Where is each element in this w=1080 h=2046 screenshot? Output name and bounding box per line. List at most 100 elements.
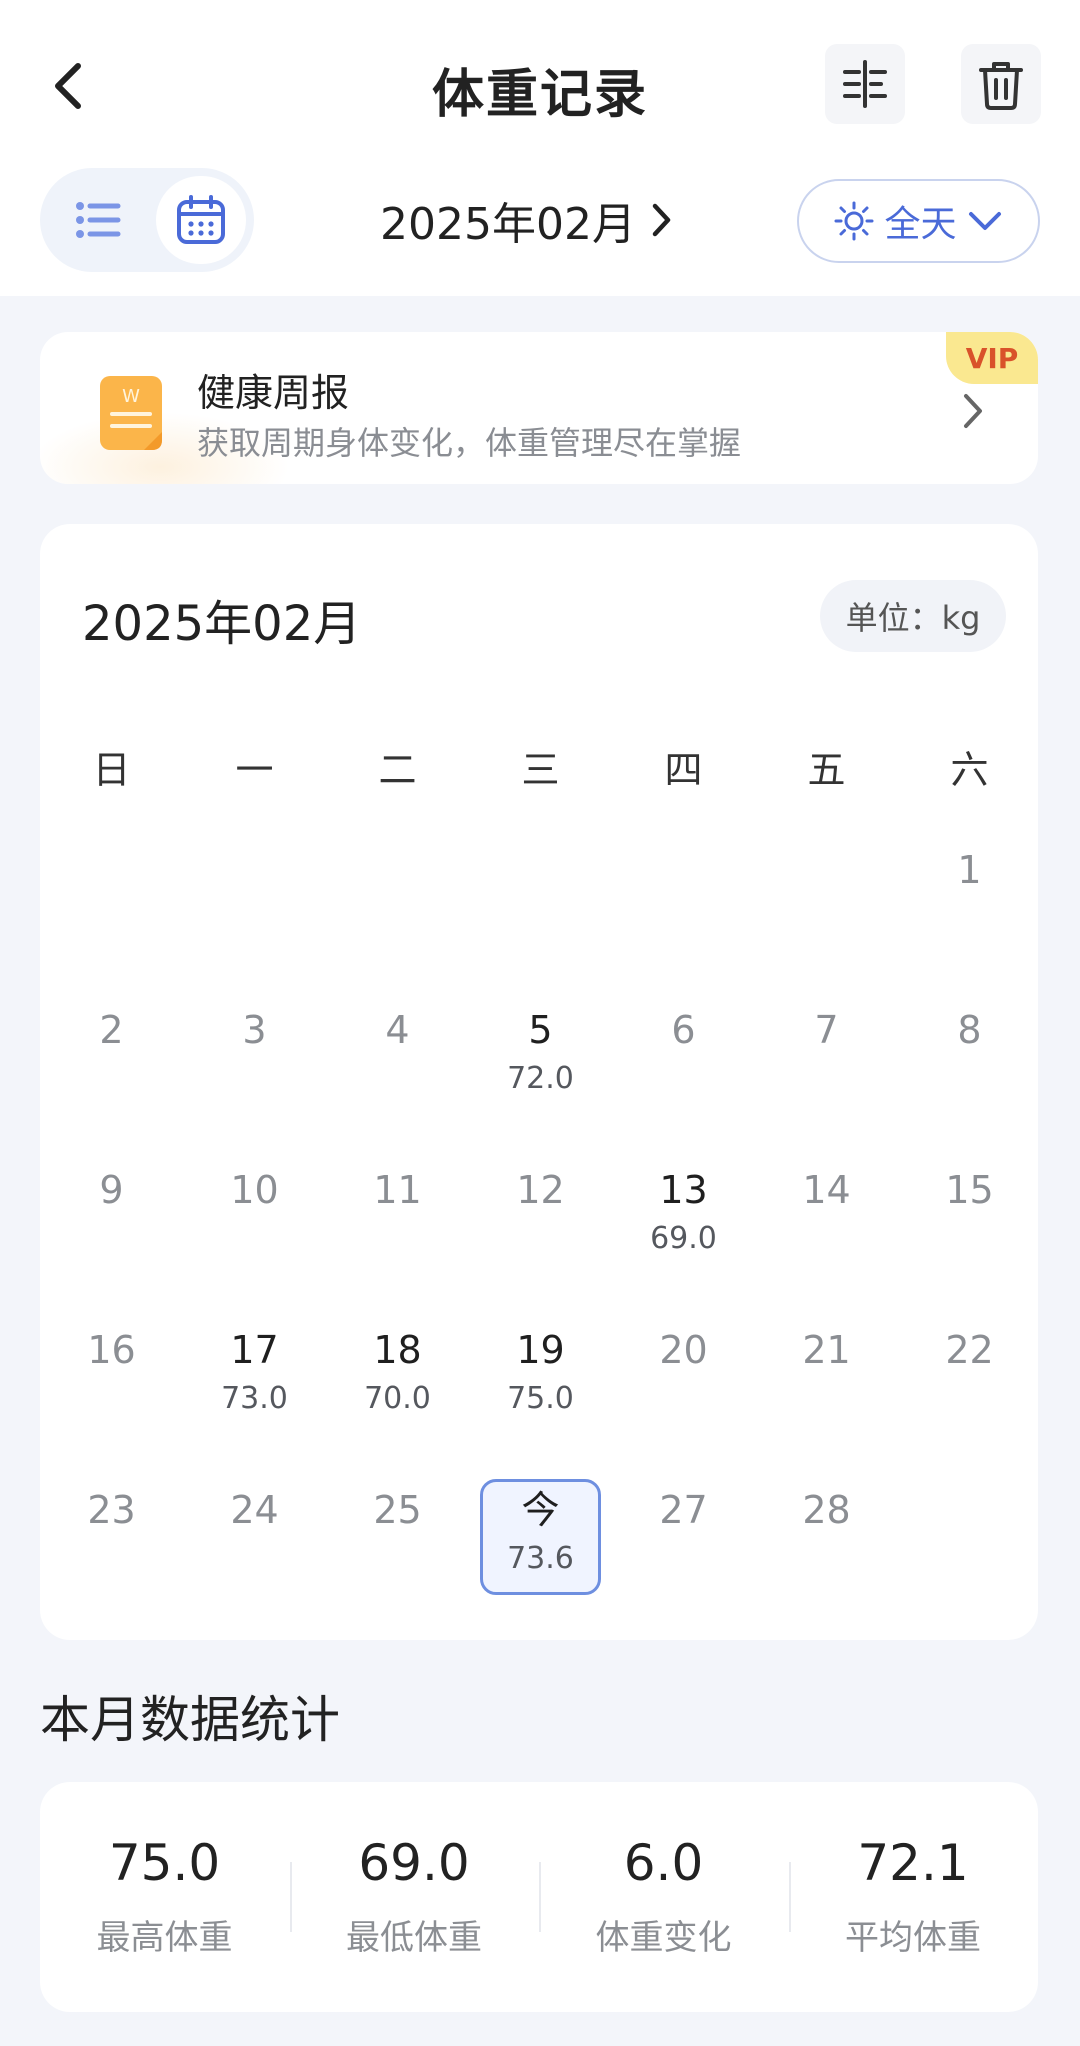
- report-subtitle: 获取周期身体变化，体重管理尽在掌握: [197, 424, 742, 462]
- day-number: 15: [945, 1168, 994, 1212]
- day-number: 11: [373, 1168, 422, 1212]
- month-label: 2025年02月: [380, 199, 636, 250]
- calendar-day[interactable]: 13 69.0: [612, 1167, 755, 1291]
- day-number: 8: [957, 1008, 982, 1052]
- calendar-day[interactable]: 4: [326, 1007, 469, 1131]
- day-number: 5: [528, 1008, 553, 1052]
- day-number: 4: [385, 1008, 410, 1052]
- calendar-day[interactable]: 19 75.0: [469, 1327, 612, 1451]
- time-filter-label: 全天: [884, 204, 957, 245]
- svg-text:W: W: [122, 386, 140, 407]
- day-number: 今: [521, 1488, 560, 1532]
- month-selector[interactable]: 2025年02月: [380, 190, 676, 250]
- day-weight-value: 75.0: [507, 1381, 574, 1416]
- time-filter-dropdown[interactable]: 全天: [797, 179, 1040, 263]
- day-number: 13: [659, 1168, 708, 1212]
- weekday-label: 二: [378, 748, 417, 792]
- calendar-day[interactable]: 22: [898, 1327, 1041, 1451]
- calendar-day[interactable]: 16: [40, 1327, 183, 1451]
- weekday-label: 四: [664, 748, 703, 792]
- calendar-day[interactable]: 18 70.0: [326, 1327, 469, 1451]
- sun-icon: [834, 201, 874, 241]
- day-number: 18: [373, 1328, 422, 1372]
- day-number: 21: [802, 1328, 851, 1372]
- calendar-day[interactable]: 25: [326, 1487, 469, 1611]
- list-icon: [76, 202, 121, 238]
- stat-label: 体重变化: [595, 1918, 732, 1958]
- vip-badge: VIP: [946, 332, 1038, 384]
- day-number: 12: [516, 1168, 565, 1212]
- delete-button[interactable]: [961, 44, 1041, 124]
- calendar-day[interactable]: 1: [898, 847, 1041, 971]
- weekday-label: 六: [950, 748, 989, 792]
- day-number: 24: [230, 1488, 279, 1532]
- compare-button[interactable]: [825, 44, 905, 124]
- day-number: 10: [230, 1168, 279, 1212]
- list-view-button[interactable]: [68, 190, 128, 250]
- day-number: 23: [87, 1488, 136, 1532]
- trash-icon: [979, 62, 1023, 110]
- unit-badge: 单位：kg: [820, 580, 1006, 652]
- compare-icon: [843, 60, 887, 108]
- day-weight-value: 69.0: [650, 1221, 717, 1256]
- weekday-header: 日一二三四五六: [40, 739, 1038, 799]
- day-number: 6: [671, 1008, 696, 1052]
- calendar-day[interactable]: 14: [755, 1167, 898, 1291]
- day-number: 20: [659, 1328, 708, 1372]
- day-number: 16: [87, 1328, 136, 1372]
- day-number: 28: [802, 1488, 851, 1532]
- day-number: 9: [99, 1168, 124, 1212]
- calendar-day[interactable]: 12: [469, 1167, 612, 1291]
- stat-label: 最低体重: [346, 1918, 482, 1958]
- day-number: 27: [659, 1488, 708, 1532]
- chevron-right-icon: [652, 203, 671, 237]
- stats-card: 75.0 最高体重 69.0 最低体重 6.0 体重变化 72.1 平均体重: [40, 1782, 1038, 2012]
- calendar-day[interactable]: 27: [612, 1487, 755, 1611]
- weekday-label: 一: [235, 748, 274, 792]
- day-weight-value: 73.6: [507, 1541, 574, 1576]
- calendar-day[interactable]: 10: [183, 1167, 326, 1291]
- stat-label: 最高体重: [96, 1918, 233, 1958]
- day-number: 17: [230, 1328, 279, 1372]
- calendar-day[interactable]: 3: [183, 1007, 326, 1131]
- calendar-view-button[interactable]: [156, 176, 246, 264]
- calendar-day[interactable]: 2: [40, 1007, 183, 1131]
- report-document-icon: W: [100, 376, 162, 450]
- calendar-day[interactable]: 8: [898, 1007, 1041, 1131]
- stat-item: 69.0 最低体重: [290, 1782, 539, 2012]
- calendar-day[interactable]: 9: [40, 1167, 183, 1291]
- calendar-day[interactable]: 21: [755, 1327, 898, 1451]
- health-report-card[interactable]: W 健康周报 获取周期身体变化，体重管理尽在掌握 VIP: [40, 332, 1038, 484]
- top-bar: 体重记录 2025年02月 全天: [0, 0, 1080, 296]
- weekday-label: 日: [92, 748, 131, 792]
- calendar-card: 2025年02月 单位：kg 日一二三四五六 1 2 3 4 5 72.0 6 7 8 9 10 11…: [40, 524, 1038, 1640]
- day-number: 14: [802, 1168, 851, 1212]
- stat-item: 72.1 平均体重: [789, 1782, 1038, 2012]
- calendar-day[interactable]: 17 73.0: [183, 1327, 326, 1451]
- calendar-day[interactable]: 11: [326, 1167, 469, 1291]
- calendar-day[interactable]: 15: [898, 1167, 1041, 1291]
- stat-item: 75.0 最高体重: [40, 1782, 289, 2012]
- calendar-title: 2025年02月: [82, 596, 362, 652]
- calendar-day[interactable]: 20: [612, 1327, 755, 1451]
- calendar-icon: [177, 195, 225, 244]
- day-number: 2: [99, 1008, 124, 1052]
- calendar-day[interactable]: 23: [40, 1487, 183, 1611]
- calendar-day[interactable]: 24: [183, 1487, 326, 1611]
- calendar-day[interactable]: 7: [755, 1007, 898, 1131]
- calendar-day[interactable]: 6: [612, 1007, 755, 1131]
- day-weight-value: 70.0: [364, 1381, 431, 1416]
- calendar-day[interactable]: 5 72.0: [469, 1007, 612, 1131]
- stat-divider: [289, 1862, 292, 1932]
- day-number: 19: [516, 1328, 565, 1372]
- weekday-label: 五: [807, 748, 846, 792]
- day-number: 3: [242, 1008, 267, 1052]
- stat-value: 69.0: [358, 1834, 470, 1892]
- day-number: 25: [373, 1488, 422, 1532]
- calendar-day[interactable]: 28: [755, 1487, 898, 1611]
- view-toggle: [40, 168, 254, 272]
- chevron-down-icon: [968, 212, 1001, 230]
- calendar-day-today[interactable]: 今 73.6: [469, 1487, 612, 1611]
- day-number: 1: [957, 848, 982, 892]
- day-number: 7: [814, 1008, 839, 1052]
